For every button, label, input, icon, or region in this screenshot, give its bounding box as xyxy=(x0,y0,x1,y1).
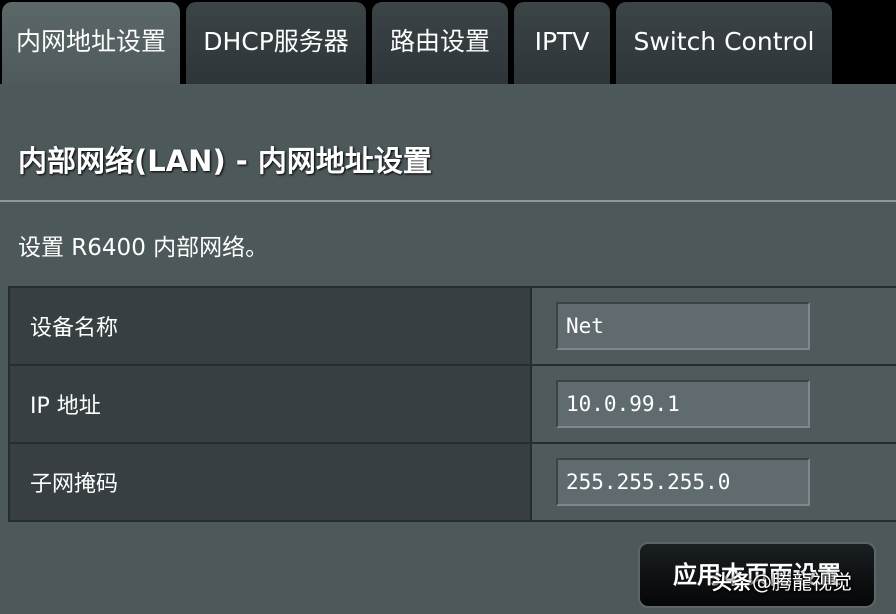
page-description: 设置 R6400 内部网络。 xyxy=(18,235,269,261)
tab-route-settings[interactable]: 路由设置 xyxy=(372,2,508,84)
ip-address-label-cell: IP 地址 xyxy=(10,366,532,442)
watermark-author: @腾龍视觉 xyxy=(752,570,852,594)
table-row: 子网掩码 xyxy=(10,444,896,520)
ip-address-value-cell xyxy=(532,366,896,442)
watermark-brand: 头条 xyxy=(712,570,752,594)
subnet-mask-label-cell: 子网掩码 xyxy=(10,444,532,520)
tab-switch-control[interactable]: Switch Control xyxy=(616,2,832,84)
device-name-value-cell xyxy=(532,288,896,364)
subnet-mask-value-cell xyxy=(532,444,896,520)
device-name-label-cell: 设备名称 xyxy=(10,288,532,364)
router-admin-screen: 内网地址设置 DHCP服务器 路由设置 IPTV Switch Control … xyxy=(0,0,896,614)
tab-bar: 内网地址设置 DHCP服务器 路由设置 IPTV Switch Control xyxy=(0,0,896,86)
page-title: 内部网络(LAN) - 内网地址设置 xyxy=(18,144,432,178)
watermark: 头条@腾龍视觉 xyxy=(712,566,852,595)
tab-lan-ip-settings[interactable]: 内网地址设置 xyxy=(2,2,180,86)
subnet-mask-field[interactable] xyxy=(556,458,810,506)
subnet-mask-label: 子网掩码 xyxy=(30,472,119,497)
table-row: 设备名称 xyxy=(10,288,896,366)
title-divider xyxy=(0,200,896,202)
ip-address-field[interactable] xyxy=(556,380,810,428)
table-row: IP 地址 xyxy=(10,366,896,444)
ip-address-label: IP 地址 xyxy=(30,394,101,419)
tab-iptv[interactable]: IPTV xyxy=(514,2,610,84)
lan-settings-table: 设备名称 IP 地址 子网掩码 xyxy=(8,286,896,522)
tab-dhcp-server[interactable]: DHCP服务器 xyxy=(186,2,366,84)
device-name-label: 设备名称 xyxy=(30,316,119,341)
device-name-field[interactable] xyxy=(556,302,810,350)
